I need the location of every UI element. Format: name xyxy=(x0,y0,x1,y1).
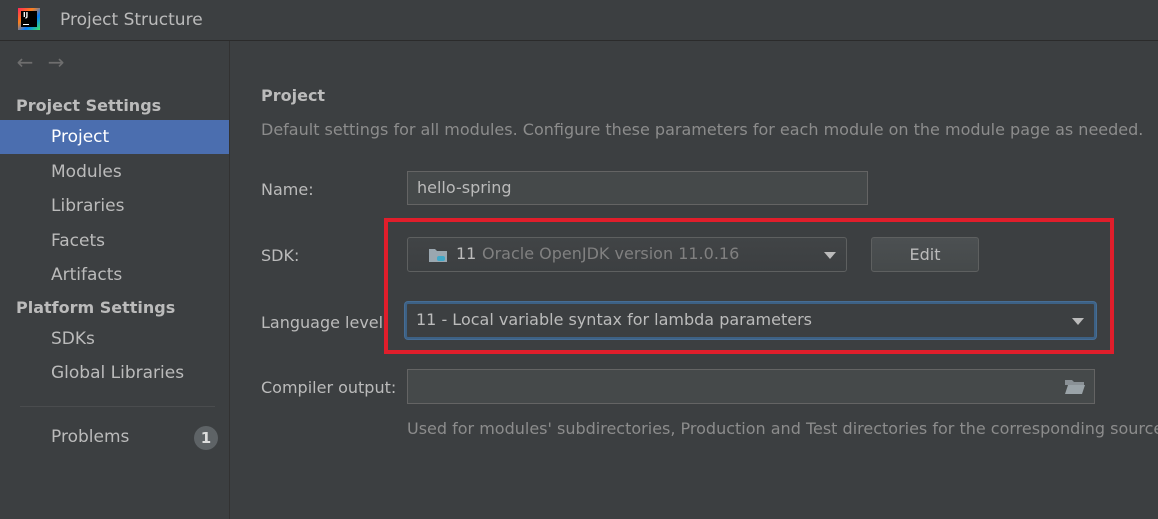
language-level-label: Language level: xyxy=(261,313,389,332)
forward-arrow-icon[interactable]: → xyxy=(43,51,69,75)
intellij-logo-icon: IJ xyxy=(18,8,40,30)
compiler-output-hint: Used for modules' subdirectories, Produc… xyxy=(407,419,1158,438)
back-arrow-icon[interactable]: ← xyxy=(12,51,38,75)
sidebar-item-project[interactable]: Project xyxy=(0,120,229,154)
window-title: Project Structure xyxy=(60,10,203,30)
sidebar: ← → Project Settings Project Modules Lib… xyxy=(0,41,230,519)
problems-count-badge: 1 xyxy=(194,426,218,450)
page-description: Default settings for all modules. Config… xyxy=(261,120,1144,139)
sdk-label: SDK: xyxy=(261,246,300,265)
compiler-output-label: Compiler output: xyxy=(261,378,397,397)
main-panel: Project Default settings for all modules… xyxy=(231,41,1158,519)
project-name-input[interactable]: hello-spring xyxy=(407,171,868,205)
sidebar-divider xyxy=(20,406,215,407)
sidebar-item-problems[interactable]: Problems 1 xyxy=(0,420,229,454)
name-label: Name: xyxy=(261,180,314,199)
compiler-output-input[interactable] xyxy=(407,369,1095,404)
project-settings-header: Project Settings xyxy=(16,96,162,115)
problems-label: Problems xyxy=(51,427,130,447)
page-title: Project xyxy=(261,86,326,105)
sidebar-item-artifacts[interactable]: Artifacts xyxy=(0,258,229,292)
browse-folder-icon[interactable] xyxy=(1064,378,1086,395)
nav-arrows: ← → xyxy=(12,51,69,75)
sidebar-item-libraries[interactable]: Libraries xyxy=(0,189,229,223)
sidebar-item-modules[interactable]: Modules xyxy=(0,155,229,189)
platform-settings-header: Platform Settings xyxy=(16,298,176,317)
red-highlight-annotation xyxy=(384,218,1114,354)
title-bar: IJ Project Structure xyxy=(0,0,1158,41)
sidebar-item-facets[interactable]: Facets xyxy=(0,224,229,258)
sidebar-item-sdks[interactable]: SDKs xyxy=(0,322,229,356)
sidebar-item-global-libraries[interactable]: Global Libraries xyxy=(0,356,229,390)
